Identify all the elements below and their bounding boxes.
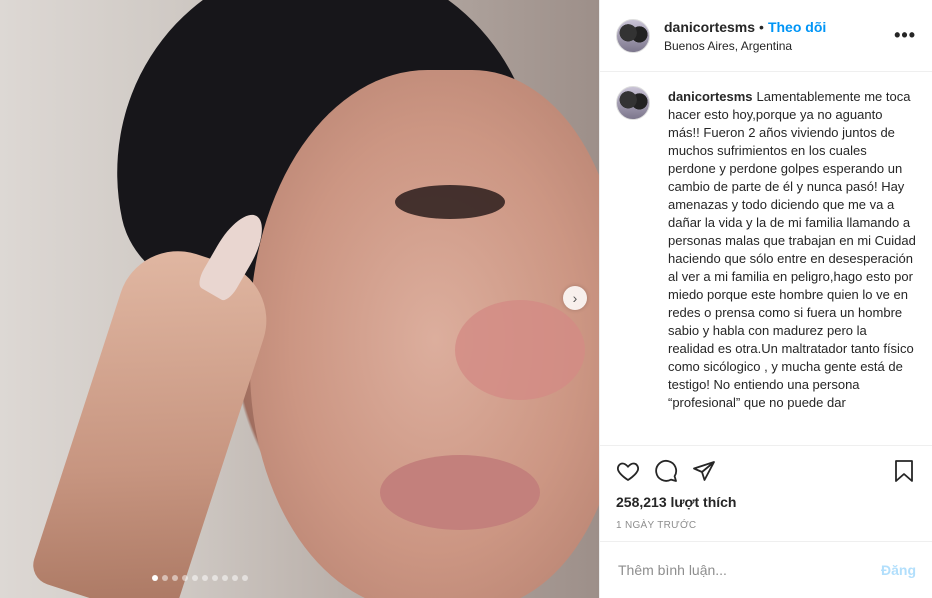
post-sidebar: danicortesms • Theo dõi Buenos Aires, Arge… bbox=[599, 0, 932, 598]
photo-eye bbox=[395, 185, 505, 219]
comments-area[interactable]: danicortesms Lamentablemente me toca hace… bbox=[600, 72, 932, 445]
photo-nose bbox=[455, 300, 585, 400]
follow-button[interactable]: Theo dõi bbox=[768, 19, 826, 35]
caption-avatar[interactable] bbox=[616, 86, 650, 120]
post-comment-button[interactable]: Đăng bbox=[881, 562, 916, 578]
post-header: danicortesms • Theo dõi Buenos Aires, Arge… bbox=[600, 0, 932, 72]
more-options-icon[interactable]: ••• bbox=[894, 25, 916, 46]
caption-text: Lamentablemente me toca hacer esto hoy,p… bbox=[668, 89, 916, 410]
username-link[interactable]: danicortesms bbox=[664, 19, 755, 35]
photo-lips bbox=[380, 455, 540, 530]
caption: danicortesms Lamentablemente me toca hace… bbox=[668, 88, 916, 428]
bookmark-icon[interactable] bbox=[892, 459, 916, 483]
header-text: danicortesms • Theo dõi Buenos Aires, Arge… bbox=[664, 19, 894, 53]
photo-hand bbox=[28, 235, 282, 598]
post-media[interactable]: › bbox=[0, 0, 599, 598]
carousel-dot bbox=[211, 575, 218, 581]
carousel-dot bbox=[181, 575, 188, 581]
likes-count[interactable]: 258,213 lượt thích bbox=[600, 488, 932, 510]
carousel-dot bbox=[221, 575, 228, 581]
carousel-dot bbox=[201, 575, 208, 581]
carousel-dot bbox=[191, 575, 198, 581]
next-slide-button[interactable]: › bbox=[563, 286, 587, 310]
comment-input[interactable] bbox=[616, 561, 881, 579]
location-link[interactable]: Buenos Aires, Argentina bbox=[664, 39, 894, 53]
carousel-dot bbox=[151, 575, 158, 581]
separator-dot: • bbox=[759, 18, 764, 35]
carousel-dot bbox=[231, 575, 238, 581]
carousel-dot bbox=[161, 575, 168, 581]
carousel-dot bbox=[171, 575, 178, 581]
caption-username[interactable]: danicortesms bbox=[668, 89, 753, 104]
carousel-dot bbox=[241, 575, 248, 581]
comment-box: Đăng bbox=[600, 542, 932, 598]
instagram-post: › danicortesms • Theo dõi Buenos Aires, Ar… bbox=[0, 0, 932, 598]
caption-row: danicortesms Lamentablemente me toca hace… bbox=[616, 86, 916, 428]
action-bar bbox=[600, 445, 932, 488]
avatar[interactable] bbox=[616, 18, 650, 53]
post-timestamp[interactable]: 1 NGÀY TRƯỚC bbox=[600, 510, 932, 542]
comment-icon[interactable] bbox=[654, 459, 678, 483]
heart-icon[interactable] bbox=[616, 459, 640, 483]
share-icon[interactable] bbox=[692, 459, 716, 483]
chevron-right-icon: › bbox=[572, 290, 578, 306]
carousel-indicator bbox=[0, 575, 599, 581]
